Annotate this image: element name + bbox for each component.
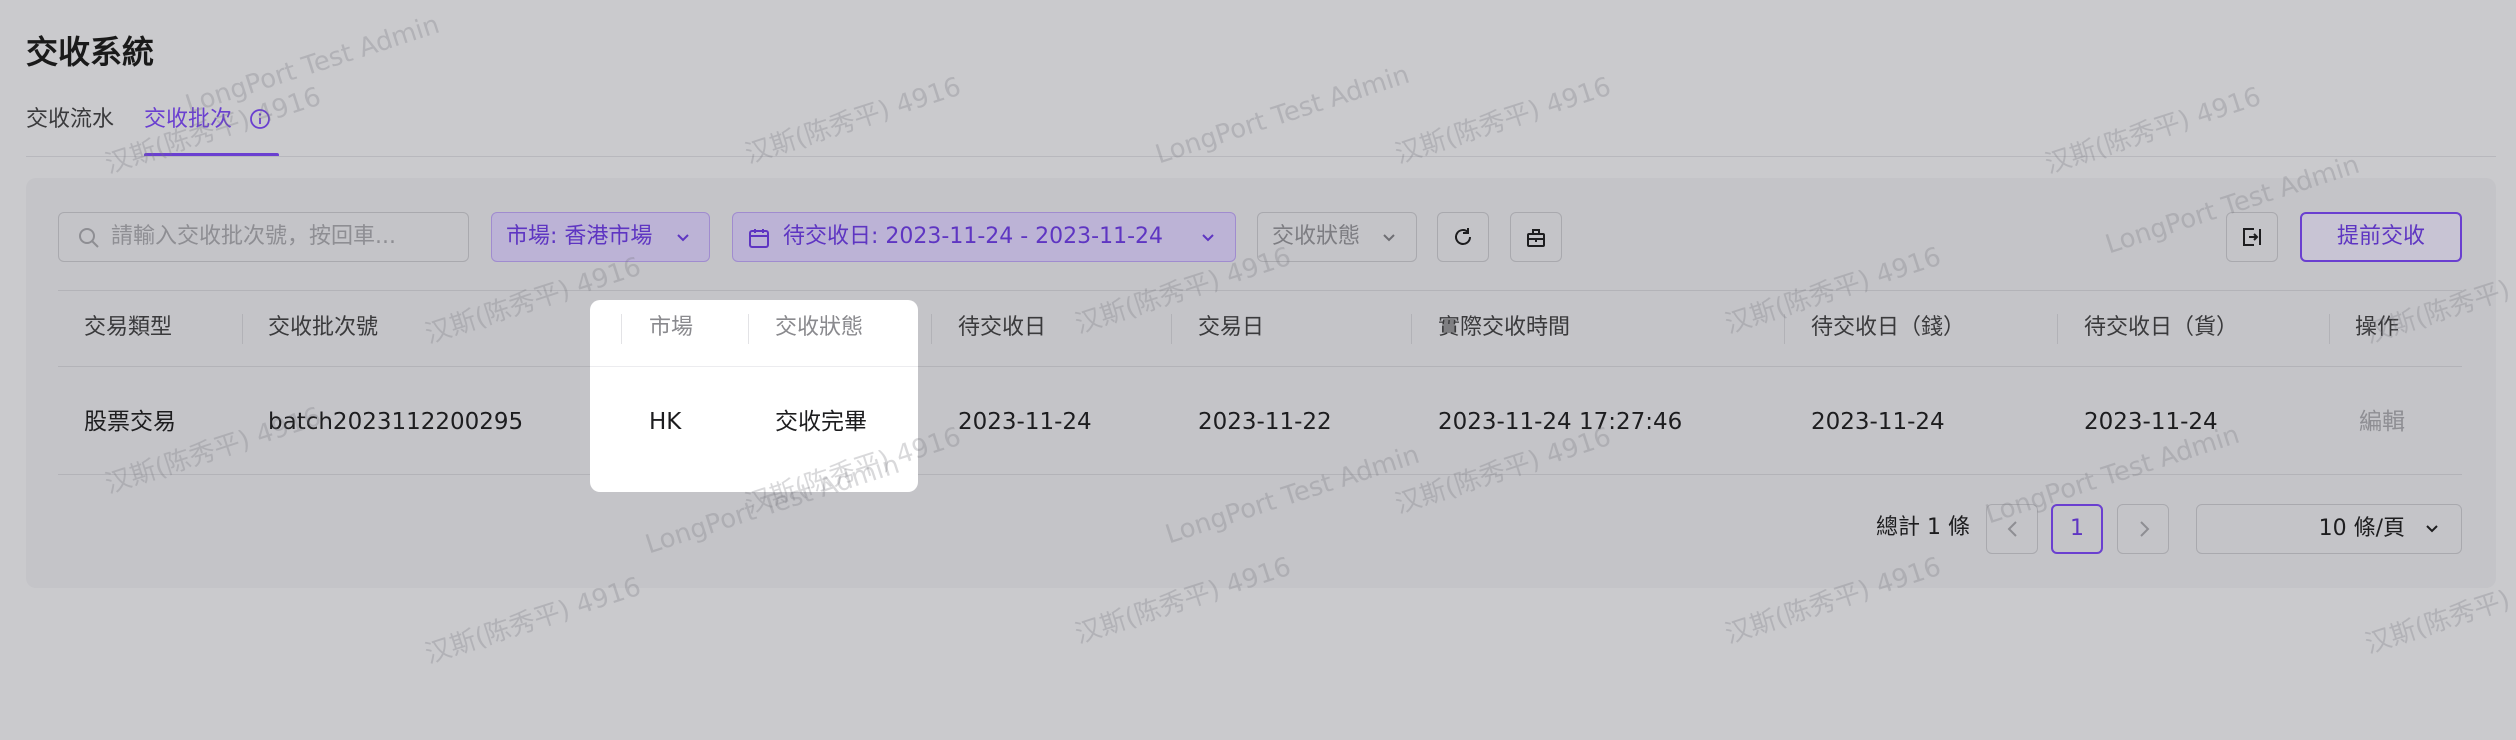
- watermark: LongPort Test Admin: [1151, 59, 1414, 171]
- column-separator: [748, 314, 749, 344]
- cell-trade-date: 2023-11-22: [1198, 409, 1332, 435]
- edit-link[interactable]: 編輯: [2359, 406, 2405, 438]
- column-header-market: 市場: [649, 315, 694, 340]
- tabs-divider: [26, 156, 2496, 157]
- column-separator: [242, 314, 243, 344]
- column-header: 待交收日: [958, 315, 1047, 340]
- chevron-right-icon: [2140, 521, 2150, 537]
- cell-status: 交收完畢: [775, 409, 867, 435]
- column-separator: [1784, 314, 1785, 344]
- export-icon: [2243, 228, 2261, 246]
- search-placeholder: 請輸入交收批次號，按回車...: [111, 224, 396, 249]
- pagination-total: 總計 1 條: [1876, 515, 1970, 540]
- column-separator: [1411, 314, 1412, 344]
- refresh-icon: [1455, 228, 1471, 245]
- chevron-down-icon: [1202, 234, 1214, 242]
- column-header: 交收批次號: [268, 315, 379, 340]
- cell-market: HK: [649, 409, 682, 435]
- cell-batch-no: batch2023112200295: [268, 409, 524, 435]
- column-header: 交易類型: [84, 315, 173, 340]
- chevron-down-icon: [1383, 234, 1395, 242]
- page-size-value: 10 條/頁: [2318, 516, 2405, 541]
- tab-settlement-batch[interactable]: 交收批次: [144, 104, 232, 136]
- column-separator: [621, 314, 622, 344]
- chevron-down-icon: [677, 234, 689, 242]
- cell-settle-date: 2023-11-24: [958, 409, 1092, 435]
- market-filter-label: 市場: 香港市場: [506, 224, 653, 249]
- refresh-button[interactable]: [1437, 212, 1489, 262]
- market-filter[interactable]: 市場: 香港市場: [491, 212, 710, 262]
- cell-trade-type: 股票交易: [84, 409, 176, 435]
- column-header: 實際交收時間: [1438, 315, 1571, 340]
- clear-icon: [1527, 229, 1545, 247]
- page-button-current[interactable]: 1: [2051, 504, 2103, 554]
- column-separator: [931, 314, 932, 344]
- cell-actual-time: 2023-11-24 17:27:46: [1438, 409, 1683, 435]
- table-bottom-border: [58, 474, 2462, 475]
- previous-page-button[interactable]: [1986, 504, 2038, 554]
- column-header: 待交收日（錢）: [1811, 315, 1966, 340]
- column-header: 待交收日（貨）: [2084, 315, 2239, 340]
- column-separator: [2057, 314, 2058, 344]
- table-top-border: [58, 290, 2462, 291]
- search-input[interactable]: 請輸入交收批次號，按回車...: [58, 212, 469, 262]
- cell-cash-date: 2023-11-24: [1811, 409, 1945, 435]
- export-button[interactable]: [2226, 212, 2278, 262]
- cell-goods-date: 2023-11-24: [2084, 409, 2218, 435]
- page-size-select[interactable]: 10 條/頁: [2196, 504, 2462, 554]
- next-page-button[interactable]: [2117, 504, 2169, 554]
- status-filter[interactable]: 交收狀態: [1257, 212, 1417, 262]
- table-header-border: [58, 366, 2462, 367]
- clear-filter-button[interactable]: [1510, 212, 1562, 262]
- column-header-status: 交收狀態: [775, 315, 864, 340]
- column-separator: [1171, 314, 1172, 344]
- watermark: 汉斯(陈秀平) 4916: [2041, 81, 2265, 180]
- highlight-row-border: [590, 366, 918, 367]
- chevron-left-icon: [2007, 521, 2017, 537]
- calendar-icon: [749, 229, 769, 248]
- column-header: 交易日: [1198, 315, 1265, 340]
- column-separator: [2329, 314, 2330, 344]
- spotlight-highlight: [590, 300, 918, 492]
- settlement-date-filter[interactable]: 待交收日: 2023-11-24 - 2023-11-24: [732, 212, 1236, 262]
- column-header: 操作: [2355, 315, 2400, 340]
- chevron-down-icon: [2426, 525, 2438, 533]
- status-filter-placeholder: 交收狀態: [1272, 224, 1361, 249]
- page-title: 交收系統: [26, 33, 155, 71]
- info-icon[interactable]: [249, 108, 271, 130]
- early-settlement-button[interactable]: 提前交收: [2300, 212, 2462, 262]
- settlement-date-label: 待交收日: 2023-11-24 - 2023-11-24: [783, 224, 1164, 249]
- search-icon: [79, 228, 99, 248]
- tab-settlement-flow[interactable]: 交收流水: [26, 104, 114, 136]
